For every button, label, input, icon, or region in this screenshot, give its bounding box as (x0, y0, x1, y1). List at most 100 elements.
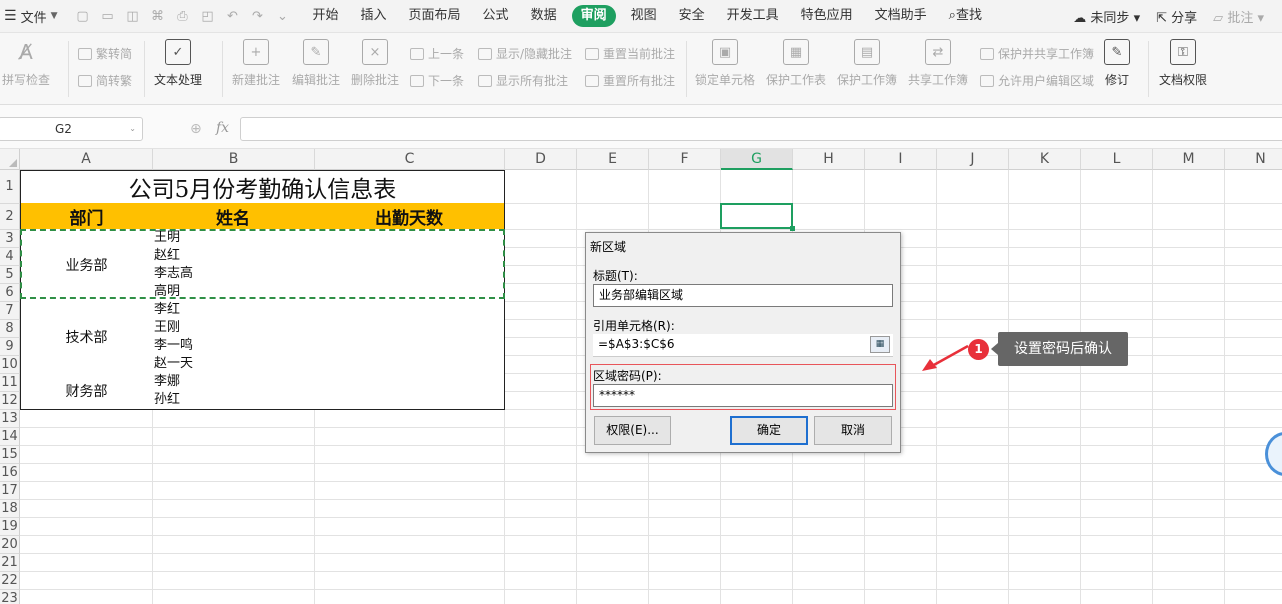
edit-comment-button[interactable]: ✎ 编辑批注 (292, 39, 340, 88)
col-header-c[interactable]: C (315, 149, 505, 170)
cancel-button[interactable]: 取消 (814, 416, 892, 445)
show-hide-comment-button[interactable]: 显示/隐藏批注 (478, 45, 572, 62)
more-chevron-icon[interactable]: ⌄ (274, 9, 292, 24)
col-header-j[interactable]: J (937, 149, 1009, 170)
employee-name-cell[interactable]: 孙红 (152, 391, 315, 410)
tab-review[interactable]: 审阅 (571, 5, 616, 27)
row-header-7[interactable]: 7 (0, 302, 20, 320)
protect-share-workbook-button[interactable]: 保护并共享工作簿 (980, 45, 1094, 62)
row-header-4[interactable]: 4 (0, 248, 20, 266)
row-header-18[interactable]: 18 (0, 500, 20, 518)
share-button[interactable]: ⇱ 分享 (1156, 7, 1197, 26)
print-icon[interactable]: ⎙ (174, 9, 192, 24)
col-header-a[interactable]: A (20, 149, 153, 170)
format-painter-icon[interactable]: ⌘ (149, 9, 167, 24)
row-header-14[interactable]: 14 (0, 428, 20, 446)
employee-name-cell[interactable]: 李红 (152, 301, 315, 320)
employee-name-cell[interactable]: 李娜 (152, 373, 315, 392)
attendance-cell[interactable] (314, 265, 505, 284)
text-process-button[interactable]: ✓ 文本处理 (154, 39, 202, 88)
attendance-cell[interactable] (314, 319, 505, 338)
search-button[interactable]: ⌕查找 (938, 5, 993, 27)
table-title[interactable]: 公司5月份考勤确认信息表 (20, 170, 505, 204)
protect-workbook-button[interactable]: ▤ 保护工作簿 (837, 39, 897, 88)
col-header-e[interactable]: E (577, 149, 649, 170)
zoom-icon[interactable]: ⊕ (190, 121, 202, 137)
new-comment-button[interactable]: + 新建批注 (232, 39, 280, 88)
tab-view[interactable]: 视图 (620, 5, 668, 27)
sync-status[interactable]: ☁ 未同步 ▾ (1073, 7, 1140, 26)
employee-name-cell[interactable]: 赵一天 (152, 355, 315, 374)
header-department[interactable]: 部门 (20, 203, 153, 230)
row-header-6[interactable]: 6 (0, 284, 20, 302)
row-header-11[interactable]: 11 (0, 374, 20, 392)
new-file-icon[interactable]: ▢ (74, 9, 92, 24)
doc-permission-button[interactable]: ⚿ 文档权限 (1159, 39, 1207, 88)
col-header-l[interactable]: L (1081, 149, 1153, 170)
col-header-f[interactable]: F (649, 149, 721, 170)
permission-button[interactable]: 权限(E)... (594, 416, 671, 445)
print-preview-icon[interactable]: ◰ (199, 9, 217, 24)
tab-data[interactable]: 数据 (520, 5, 568, 27)
spellcheck-button[interactable]: A̸ 拼写检查 (2, 39, 50, 88)
row-header-2[interactable]: 2 (0, 204, 20, 230)
attendance-cell[interactable] (314, 283, 505, 302)
reset-current-comment-button[interactable]: 重置当前批注 (585, 45, 675, 62)
row-header-5[interactable]: 5 (0, 266, 20, 284)
department-cell[interactable]: 业务部 (20, 229, 153, 302)
next-comment-button[interactable]: 下一条 (410, 72, 464, 89)
row-header-3[interactable]: 3 (0, 230, 20, 248)
redo-icon[interactable]: ↷ (249, 9, 267, 24)
employee-name-cell[interactable]: 高明 (152, 283, 315, 302)
header-attendance[interactable]: 出勤天数 (314, 203, 505, 230)
delete-comment-button[interactable]: × 删除批注 (351, 39, 399, 88)
save-icon[interactable]: ◫ (124, 9, 142, 24)
row-header-23[interactable]: 23 (0, 590, 20, 604)
row-header-20[interactable]: 20 (0, 536, 20, 554)
row-header-17[interactable]: 17 (0, 482, 20, 500)
row-header-13[interactable]: 13 (0, 410, 20, 428)
col-header-h[interactable]: H (793, 149, 865, 170)
col-header-k[interactable]: K (1009, 149, 1081, 170)
attendance-cell[interactable] (314, 355, 505, 374)
formula-input[interactable] (240, 117, 1282, 141)
fx-label[interactable]: fx (216, 120, 229, 136)
col-header-m[interactable]: M (1153, 149, 1225, 170)
comment-button[interactable]: ▱ 批注 ▾ (1213, 7, 1264, 26)
attendance-cell[interactable] (314, 391, 505, 410)
col-header-g[interactable]: G (721, 149, 793, 170)
col-header-i[interactable]: I (865, 149, 937, 170)
tab-developer[interactable]: 开发工具 (716, 5, 790, 27)
row-header-9[interactable]: 9 (0, 338, 20, 356)
tab-page-layout[interactable]: 页面布局 (398, 5, 472, 27)
ref-cells-field[interactable]: =$A$3:$C$6 ▦ (593, 334, 893, 357)
row-header-22[interactable]: 22 (0, 572, 20, 590)
prev-comment-button[interactable]: 上一条 (410, 45, 464, 62)
row-header-16[interactable]: 16 (0, 464, 20, 482)
name-box[interactable]: G2 ⌄ (0, 117, 143, 141)
row-header-21[interactable]: 21 (0, 554, 20, 572)
active-cell-g2[interactable] (720, 203, 795, 231)
tab-special-apps[interactable]: 特色应用 (790, 5, 864, 27)
tab-formula[interactable]: 公式 (472, 5, 520, 27)
undo-icon[interactable]: ↶ (224, 9, 242, 24)
employee-name-cell[interactable]: 王刚 (152, 319, 315, 338)
department-cell[interactable]: 财务部 (20, 373, 153, 410)
department-cell[interactable]: 技术部 (20, 301, 153, 374)
col-header-d[interactable]: D (505, 149, 577, 170)
attendance-cell[interactable] (314, 301, 505, 320)
header-name[interactable]: 姓名 (152, 203, 315, 230)
tab-insert[interactable]: 插入 (350, 5, 398, 27)
password-field[interactable]: ****** (593, 384, 893, 407)
select-all-corner[interactable] (0, 149, 20, 170)
protect-sheet-button[interactable]: ▦ 保护工作表 (766, 39, 826, 88)
file-menu[interactable]: ☰ 文件 ▼ (0, 0, 64, 33)
row-header-12[interactable]: 12 (0, 392, 20, 410)
tab-doc-assistant[interactable]: 文档助手 (864, 5, 938, 27)
attendance-cell[interactable] (314, 337, 505, 356)
simp-to-trad-button[interactable]: 简转繁 (78, 72, 132, 89)
tab-security[interactable]: 安全 (668, 5, 716, 27)
share-workbook-button[interactable]: ⇄ 共享工作簿 (908, 39, 968, 88)
attendance-cell[interactable] (314, 373, 505, 392)
allow-user-edit-button[interactable]: 允许用户编辑区域 (980, 72, 1094, 89)
